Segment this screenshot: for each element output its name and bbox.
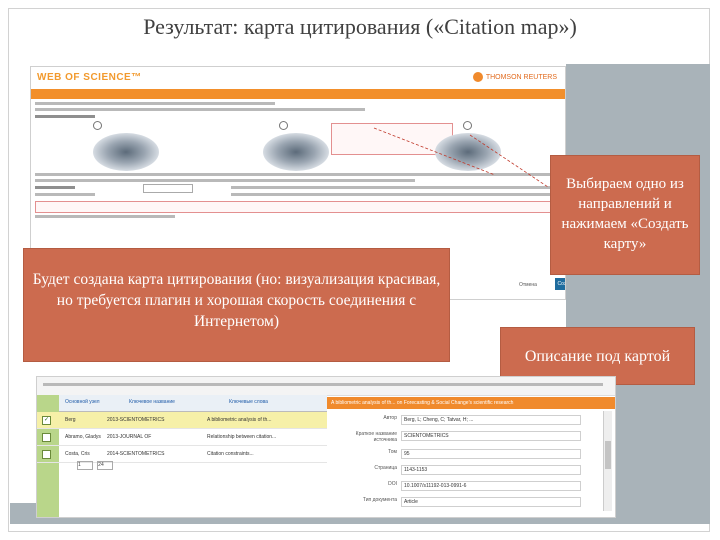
cell-title: Relationship between citation... <box>207 434 277 440</box>
detail-row: Страница 1143-1153 <box>337 465 605 477</box>
detail-row: Тип документа Article <box>337 497 605 509</box>
pointer-line <box>373 127 496 176</box>
details-toolbar <box>37 377 615 396</box>
cell-title: Citation constraints... <box>207 451 254 457</box>
detail-row: DOI 10.1007/s11192-013-0991-6 <box>337 481 605 493</box>
column-header[interactable]: Основной узел <box>65 399 100 405</box>
detail-value[interactable]: 10.1007/s11192-013-0991-6 <box>401 481 581 491</box>
detail-key: Краткое название источника <box>355 431 397 443</box>
scrollbar-thumb[interactable] <box>605 441 611 469</box>
page-size-select[interactable]: 24 <box>97 461 114 470</box>
citation-details-screenshot: Основной узел Ключевое название Ключевые… <box>36 376 616 518</box>
cell-source: 2014-SCIENTOMETRICS <box>107 451 165 457</box>
detail-row: Том 95 <box>337 449 605 461</box>
detail-scrollbar[interactable] <box>603 411 612 511</box>
detail-value[interactable]: 1143-1153 <box>401 465 581 475</box>
detail-value[interactable]: Article <box>401 497 581 507</box>
cell-author: Abramo, Gladys <box>65 434 101 440</box>
table-row[interactable]: ✓ Berg 2013-SCIENTOMETRICS A bibliometri… <box>37 412 327 429</box>
table-row[interactable]: Abramo, Gladys 2013-JOURNAL OF Relations… <box>37 429 327 446</box>
detail-title-bar: A bibliometric analysis of th... on Fore… <box>327 397 615 409</box>
column-header[interactable]: Ключевые слова <box>229 399 268 405</box>
column-header[interactable]: Ключевое название <box>129 399 175 405</box>
callout-choose-direction: Выбираем одно из направлений и нажимаем … <box>550 155 700 275</box>
callout-map-note: Будет создана карта цитирования (но: виз… <box>23 248 450 362</box>
cell-title: A bibliometric analysis of th... <box>207 417 272 423</box>
page-input[interactable]: 1 <box>77 461 93 470</box>
cell-author: Costa, Cris <box>65 451 90 457</box>
row-checkbox[interactable] <box>42 433 51 442</box>
table-header: Основной узел Ключевое название Ключевые… <box>59 395 327 412</box>
detail-value[interactable]: Berg, L; Cheng, C; Tatvar, H; ... <box>401 415 581 425</box>
detail-key: Автор <box>383 415 397 421</box>
row-checkbox[interactable]: ✓ <box>42 416 51 425</box>
detail-key: Том <box>388 449 397 455</box>
cell-source: 2013-JOURNAL OF <box>107 434 152 440</box>
detail-key: DOI <box>388 481 397 487</box>
detail-value[interactable]: SCIENTOMETRICS <box>401 431 581 441</box>
detail-row: Краткое название источника SCIENTOMETRIC… <box>337 431 605 443</box>
cell-source: 2013-SCIENTOMETRICS <box>107 417 165 423</box>
pointer-line <box>469 134 549 188</box>
detail-key: Тип документа <box>362 497 397 503</box>
row-checkbox[interactable] <box>42 450 51 459</box>
detail-key: Страница <box>374 465 397 471</box>
cell-author: Berg <box>65 417 76 423</box>
detail-row: Автор Berg, L; Cheng, C; Tatvar, H; ... <box>337 415 605 427</box>
detail-value[interactable]: 95 <box>401 449 581 459</box>
pager: 1 24 <box>77 461 114 470</box>
text-line <box>43 383 603 386</box>
